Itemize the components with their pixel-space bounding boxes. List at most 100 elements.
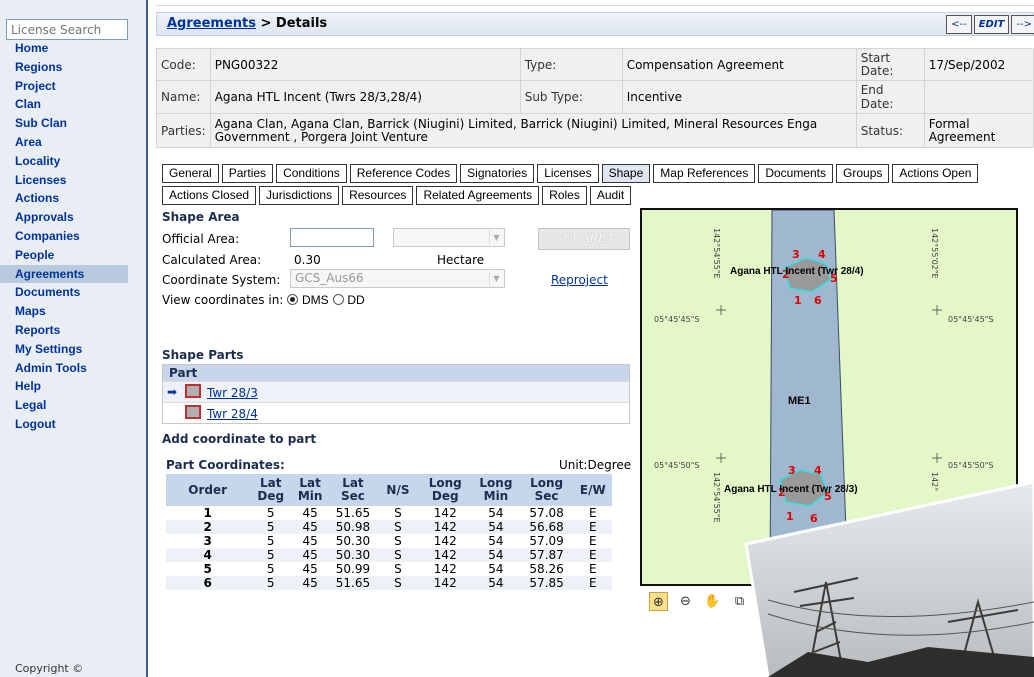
tab-parties[interactable]: Parties [221, 164, 274, 183]
sidebar-item-project[interactable]: Project [0, 77, 148, 96]
view-coordinates-row: View coordinates in: DMS DD [162, 293, 365, 307]
sidebar-item-my-settings[interactable]: My Settings [0, 340, 148, 359]
tab-related-agreements[interactable]: Related Agreements [416, 186, 540, 205]
list-item[interactable]: ➡ Twr 28/3 [163, 381, 629, 402]
table-cell: 5 [249, 548, 293, 562]
sidebar-item-reports[interactable]: Reports [0, 321, 148, 340]
edit-button[interactable]: EDIT [973, 15, 1010, 34]
sidebar-nav: Home Regions Project Clan Sub Clan Area … [0, 39, 148, 434]
sidebar-item-clan[interactable]: Clan [0, 95, 148, 114]
tab-map-references[interactable]: Map References [653, 164, 756, 183]
table-cell: 50.98 [328, 520, 378, 534]
tab-audit[interactable]: Audit [589, 186, 632, 205]
lon-label: 142°54'55"E [712, 228, 721, 279]
sidebar-item-licenses[interactable]: Licenses [0, 171, 148, 190]
coordinate-system-select[interactable]: GCS_Aus66 ▼ [290, 269, 505, 288]
zoom-in-icon[interactable]: ⊕ [649, 592, 668, 611]
sidebar-item-sub-clan[interactable]: Sub Clan [0, 114, 148, 133]
tab-resources[interactable]: Resources [342, 186, 414, 205]
vertex-label: 3 [792, 248, 800, 261]
table-row[interactable]: 6 5 45 51.65 S 142 54 57.85 E [166, 576, 612, 590]
tab-signatories[interactable]: Signatories [460, 164, 535, 183]
previous-button[interactable]: <-- [946, 15, 972, 34]
table-cell: S [394, 506, 402, 520]
tab-groups[interactable]: Groups [836, 164, 890, 183]
table-cell: 50.99 [335, 562, 371, 576]
sidebar-item-area[interactable]: Area [0, 133, 148, 152]
sidebar-item-approvals[interactable]: Approvals [0, 208, 148, 227]
arrow-right-icon: ➡ [167, 385, 178, 399]
official-area-input[interactable] [290, 228, 374, 247]
code-value: PNG00322 [209, 48, 521, 81]
table-cell: 57.08 [529, 506, 564, 520]
pan-hand-icon[interactable]: ✋ [703, 592, 722, 611]
sidebar-item-logout[interactable]: Logout [0, 415, 148, 434]
vertex-label: 4 [818, 248, 826, 261]
dms-radio[interactable] [287, 294, 299, 305]
table-row[interactable]: 2 5 45 50.98 S 142 54 56.68 E [166, 520, 612, 534]
table-cell: 5 [249, 576, 293, 590]
list-item[interactable]: Twr 28/4 [163, 402, 629, 423]
sidebar-item-admin-tools[interactable]: Admin Tools [0, 359, 148, 378]
breadcrumb-agreements-link[interactable]: Agreements [167, 16, 256, 31]
next-button[interactable]: --> [1011, 15, 1034, 34]
license-search-input[interactable] [6, 19, 128, 40]
sidebar-item-help[interactable]: Help [0, 377, 148, 396]
table-cell: 5 [266, 506, 275, 520]
part-link[interactable]: Twr 28/3 [207, 386, 258, 400]
tab-general[interactable]: General [162, 164, 219, 183]
sidebar-item-people[interactable]: People [0, 246, 148, 265]
sidebar-item-agreements[interactable]: Agreements [0, 264, 128, 284]
dd-radio[interactable] [332, 294, 344, 305]
top-divider [156, 5, 1034, 6]
sidebar-item-maps[interactable]: Maps [0, 302, 148, 321]
tab-licenses[interactable]: Licenses [537, 164, 599, 183]
tab-documents[interactable]: Documents [758, 164, 834, 183]
column-header: Order [166, 474, 250, 506]
tab-jurisdictions[interactable]: Jurisdictions [259, 186, 340, 205]
table-cell: 45 [292, 548, 329, 562]
get-area-button[interactable]: GET AREA [538, 228, 630, 250]
vertex-label: 3 [788, 464, 796, 477]
coordinates-table: Order Lat Deg Lat Min Lat Sec N/S Long D… [166, 474, 612, 590]
tab-shape[interactable]: Shape [601, 164, 651, 183]
table-cell: 54 [488, 562, 504, 576]
table-cell: 142 [433, 534, 457, 548]
sidebar-item-home[interactable]: Home [0, 39, 148, 58]
tab-actions-open[interactable]: Actions Open [892, 164, 979, 183]
chevron-down-icon: ▼ [489, 230, 503, 245]
tab-conditions[interactable]: Conditions [276, 164, 347, 183]
reproject-link[interactable]: Reproject [551, 273, 608, 287]
table-cell: 57.09 [529, 534, 564, 548]
tab-roles[interactable]: Roles [542, 186, 587, 205]
official-area-unit-select[interactable]: ▼ [393, 228, 505, 247]
dd-label: DD [347, 293, 365, 307]
breadcrumb-current: > Details [255, 16, 328, 31]
column-header: Lat Deg [249, 474, 293, 506]
table-row[interactable]: 4 5 45 50.30 S 142 54 57.87 E [166, 548, 612, 562]
tab-reference-codes[interactable]: Reference Codes [349, 164, 458, 183]
sidebar-item-legal[interactable]: Legal [0, 396, 148, 415]
sidebar-item-locality[interactable]: Locality [0, 152, 148, 171]
table-cell: 54 [472, 548, 520, 562]
table-row[interactable]: 1 5 45 51.65 S 142 54 57.08 E [166, 506, 612, 520]
sidebar-item-actions[interactable]: Actions [0, 189, 148, 208]
part-link[interactable]: Twr 28/4 [207, 407, 258, 421]
table-cell: 45 [292, 520, 329, 534]
table-cell: 45 [302, 534, 318, 548]
sidebar-item-companies[interactable]: Companies [0, 227, 148, 246]
table-cell: 142 [418, 548, 473, 562]
table-cell: 3 [203, 534, 212, 548]
table-cell: 50.30 [328, 548, 378, 562]
status-label: Status: [855, 113, 925, 148]
sidebar-item-regions[interactable]: Regions [0, 58, 148, 77]
coordinate-system-value: GCS_Aus66 [295, 271, 364, 285]
table-cell: 5 [203, 562, 212, 576]
official-area-label: Official Area: [162, 232, 240, 246]
table-row[interactable]: 3 5 45 50.30 S 142 54 57.09 E [166, 534, 612, 548]
table-row[interactable]: 5 5 45 50.99 S 142 54 58.26 E [166, 562, 612, 576]
zoom-out-icon[interactable]: ⊖ [676, 592, 695, 611]
tab-actions-closed[interactable]: Actions Closed [162, 186, 257, 205]
table-cell: 54 [472, 520, 520, 534]
sidebar-item-documents[interactable]: Documents [0, 283, 148, 302]
